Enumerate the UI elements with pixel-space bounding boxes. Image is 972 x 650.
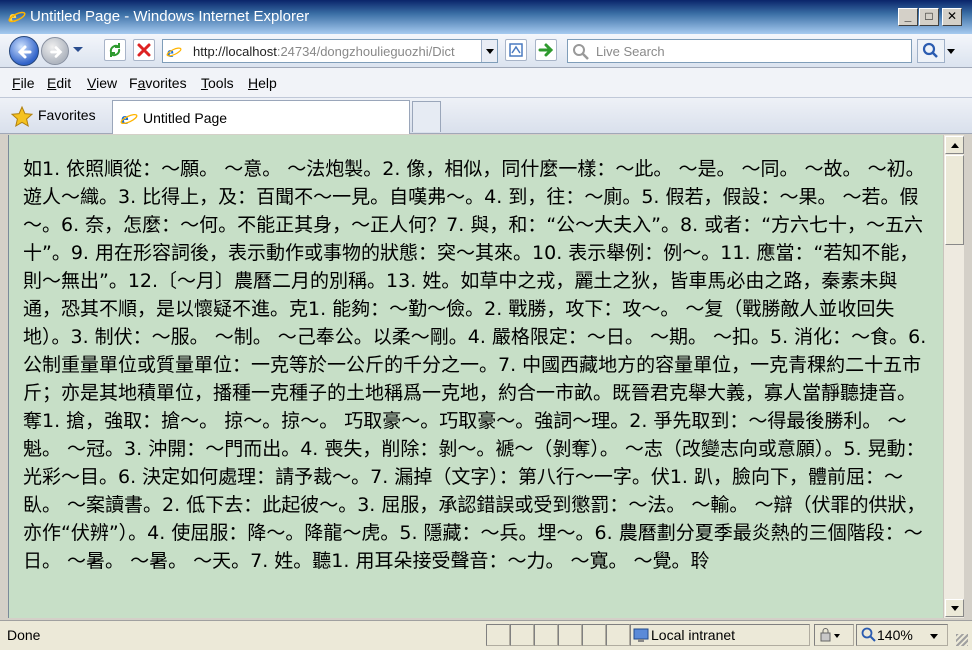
tab-untitled-page[interactable]: e Untitled Page bbox=[112, 100, 410, 134]
protected-mode-icon[interactable] bbox=[819, 627, 841, 643]
menu-edit-label: dit bbox=[56, 75, 72, 91]
tab-favicon-icon: e bbox=[120, 109, 138, 128]
favorites-star-icon[interactable] bbox=[10, 105, 34, 129]
zoom-dropdown-icon[interactable] bbox=[930, 634, 938, 639]
search-icon bbox=[922, 42, 938, 58]
zoom-level[interactable]: 140% bbox=[877, 627, 913, 643]
zone-label: Local intranet bbox=[651, 627, 736, 643]
address-url[interactable]: http://localhost:24734/dongzhoulieguozhi… bbox=[193, 44, 479, 59]
menu-favorites-first: F bbox=[129, 75, 138, 91]
menu-help[interactable]: Help bbox=[248, 75, 277, 91]
go-arrow-icon bbox=[538, 43, 554, 57]
status-segment bbox=[582, 624, 606, 646]
menu-view-accel: V bbox=[87, 75, 97, 91]
status-text: Done bbox=[7, 627, 41, 643]
navigation-bar: e http://localhost:24734/dongzhoulieguoz… bbox=[0, 34, 972, 68]
compatibility-icon bbox=[509, 43, 523, 57]
menu-help-accel: H bbox=[248, 75, 259, 91]
forward-arrow-icon bbox=[50, 46, 63, 58]
menu-edit-accel: E bbox=[47, 75, 57, 91]
stop-icon bbox=[137, 43, 151, 57]
back-arrow-icon bbox=[17, 45, 32, 59]
vertical-scrollbar[interactable] bbox=[943, 135, 964, 618]
svg-text:e: e bbox=[167, 45, 174, 59]
maximize-button[interactable]: □ bbox=[919, 8, 939, 26]
menu-favorites[interactable]: Favorites bbox=[129, 75, 187, 91]
favorites-bar: Favorites e Untitled Page bbox=[0, 98, 972, 134]
local-intranet-icon bbox=[633, 628, 649, 642]
address-path: :24734/dongzhoulieguozhi/Dict bbox=[276, 44, 455, 59]
search-placeholder: Live Search bbox=[596, 44, 665, 59]
search-button[interactable] bbox=[917, 39, 945, 63]
menu-file-label: ile bbox=[20, 75, 35, 91]
status-bar: Done Local intranet 140% bbox=[0, 620, 972, 650]
favorites-button[interactable]: Favorites bbox=[38, 107, 96, 123]
refresh-icon bbox=[109, 43, 121, 57]
zoom-icon[interactable] bbox=[861, 626, 877, 644]
go-button[interactable] bbox=[535, 39, 557, 61]
ie-logo-icon: e bbox=[8, 7, 26, 25]
compatibility-view-button[interactable] bbox=[505, 39, 527, 61]
address-bar[interactable]: e http://localhost:24734/dongzhoulieguoz… bbox=[162, 39, 498, 63]
window-title: Untitled Page - Windows Internet Explore… bbox=[30, 8, 310, 25]
minimize-button[interactable]: _ bbox=[898, 8, 918, 26]
status-segment bbox=[510, 624, 534, 646]
address-host: http://localhost bbox=[193, 44, 277, 59]
close-window-button[interactable]: ✕ bbox=[942, 8, 962, 26]
menu-tools-label: ools bbox=[208, 75, 234, 91]
menu-help-label: elp bbox=[258, 75, 277, 91]
stop-button[interactable] bbox=[133, 39, 155, 61]
status-segment bbox=[486, 624, 510, 646]
tab-label: Untitled Page bbox=[143, 110, 228, 126]
menu-file-accel: F bbox=[12, 75, 21, 91]
menu-tools-accel: T bbox=[201, 75, 208, 91]
scroll-down-button[interactable] bbox=[945, 599, 964, 617]
search-input[interactable]: Live Search bbox=[567, 39, 912, 63]
search-options-dropdown-icon[interactable] bbox=[947, 49, 955, 54]
title-bar: e Untitled Page - Windows Internet Explo… bbox=[0, 0, 972, 34]
history-dropdown-icon[interactable] bbox=[73, 47, 83, 52]
menu-view-label: iew bbox=[96, 75, 118, 91]
back-button[interactable] bbox=[9, 36, 39, 66]
status-segment bbox=[558, 624, 582, 646]
menu-bar: File Edit View Favorites Tools Help bbox=[0, 68, 972, 98]
new-tab-button[interactable] bbox=[412, 101, 441, 132]
dictionary-text: 如1. 依照順從：～願。 ～意。 ～法炮製。2. 像，相似，同什麼一樣：～此。 … bbox=[23, 158, 927, 572]
menu-file[interactable]: File bbox=[12, 75, 35, 91]
menu-view[interactable]: View bbox=[87, 75, 117, 91]
refresh-button[interactable] bbox=[104, 39, 126, 61]
scroll-up-button[interactable] bbox=[945, 136, 964, 154]
menu-favorites-label: vorites bbox=[145, 75, 187, 91]
forward-button[interactable] bbox=[41, 37, 69, 65]
status-segment bbox=[606, 624, 630, 646]
page-content: 如1. 依照順從：～願。 ～意。 ～法炮製。2. 像，相似，同什麼一樣：～此。 … bbox=[8, 135, 943, 618]
scroll-thumb[interactable] bbox=[945, 155, 964, 245]
live-search-icon bbox=[573, 44, 589, 60]
page-favicon-icon: e bbox=[166, 45, 182, 59]
menu-edit[interactable]: Edit bbox=[47, 75, 71, 91]
resize-grip[interactable] bbox=[956, 634, 968, 646]
address-dropdown-button[interactable] bbox=[481, 40, 497, 62]
menu-tools[interactable]: Tools bbox=[201, 75, 234, 91]
status-segment bbox=[534, 624, 558, 646]
